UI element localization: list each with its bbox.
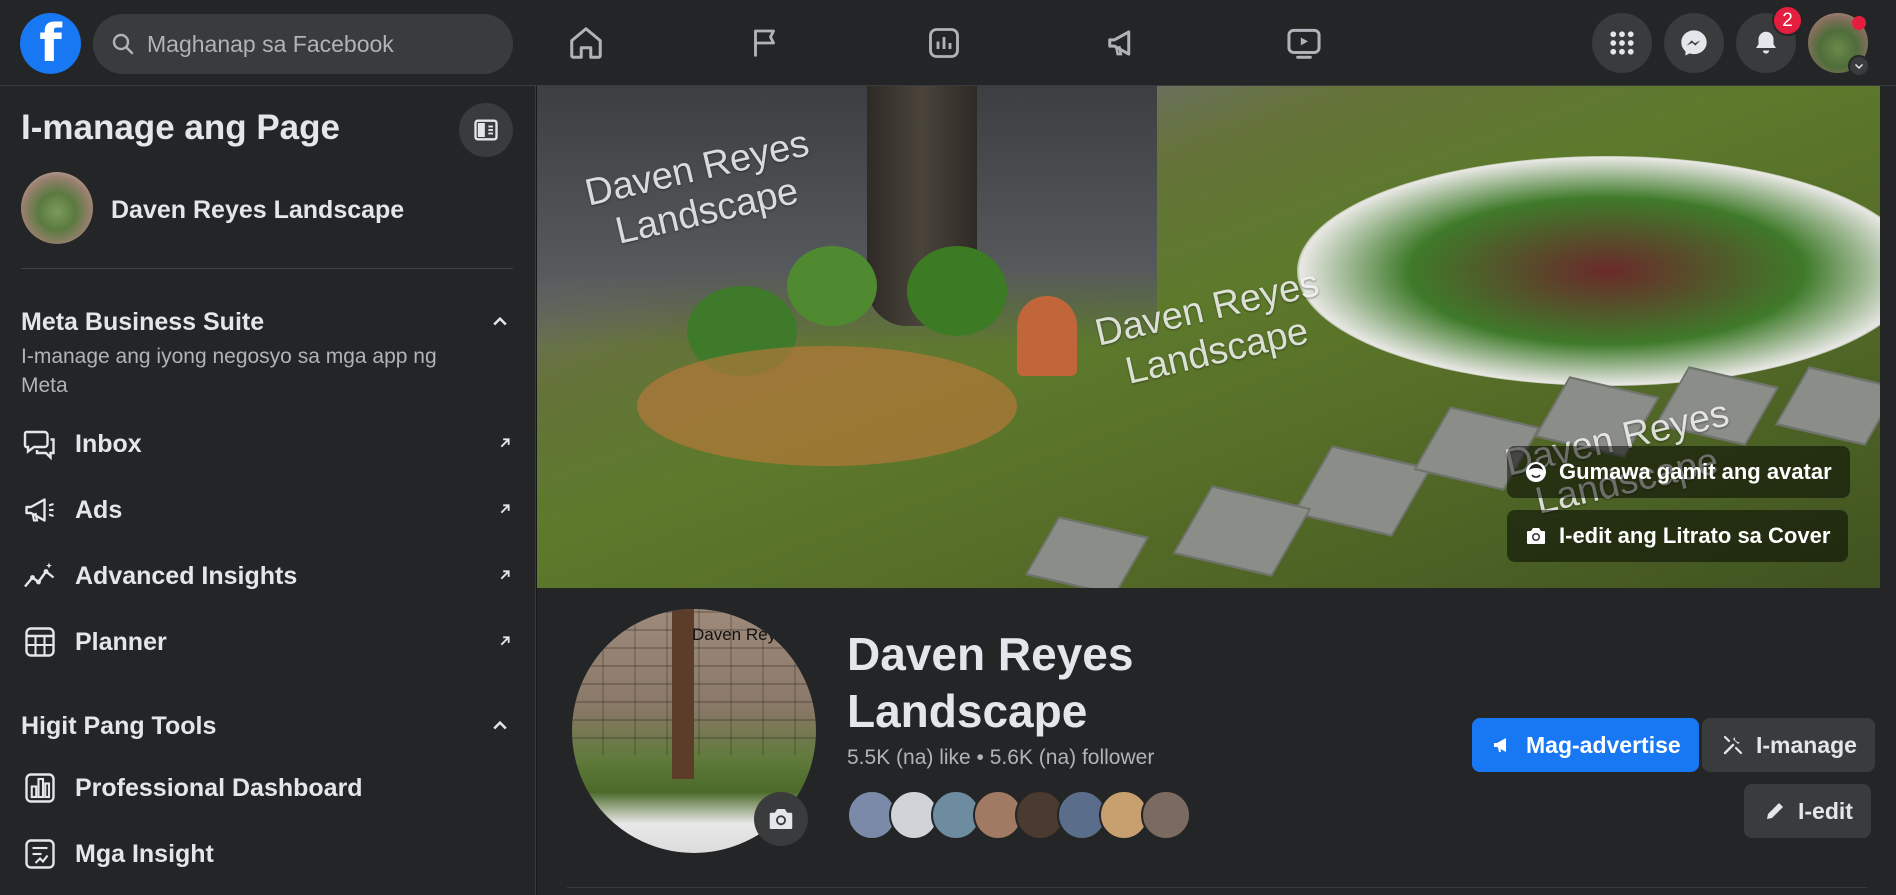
edit-label: I-edit [1798,797,1853,824]
nav-pages[interactable] [738,17,794,69]
external-link-icon [500,570,510,580]
nav-video[interactable] [1276,17,1332,69]
calendar-icon [21,623,59,661]
sidebar-item-label: Ads [75,495,123,524]
sidebar-item-label: Professional Dashboard [75,773,363,802]
nav-home[interactable] [558,17,614,69]
sidebar-item-label: Inbox [75,429,142,458]
dashboard-icon [21,769,59,807]
menu-grid-icon [1610,31,1634,55]
trend-icon [21,557,59,595]
sidebar-item-professional-dashboard[interactable]: Professional Dashboard [21,762,516,814]
external-link-icon [500,438,510,448]
megaphone-icon [1490,732,1516,758]
sidebar-item-advanced-insights[interactable]: Advanced Insights [21,550,516,602]
edit-cover-label: I-edit ang Litrato sa Cover [1559,523,1831,548]
video-icon [1287,28,1321,59]
advertise-label: Mag-advertise [1526,731,1681,758]
cover-stepping-stone [1292,445,1432,537]
follower-avatar[interactable] [1141,790,1191,840]
sidebar-item-label: Mga Insight [75,839,214,868]
chevron-up-icon [493,316,507,326]
sidebar-item-label: Advanced Insights [75,561,298,590]
sidebar-item-label: Planner [75,627,167,656]
account-menu-chevron[interactable] [1848,55,1870,77]
camera-icon [769,809,793,829]
manage-button[interactable]: I-manage [1702,718,1875,772]
follower-avatars[interactable] [847,790,1191,840]
sidebar-title: I-manage ang Page [21,108,340,147]
sidebar-item-ads[interactable]: Ads [21,484,516,536]
cover-stepping-stone [1774,366,1896,446]
sidebar-item-planner[interactable]: Planner [21,616,516,668]
camera-icon [1523,523,1549,549]
cover-lantern [1017,296,1077,376]
nav-insights[interactable] [916,17,972,69]
megaphone-icon [21,491,59,529]
search-icon [112,33,134,55]
chevron-down-icon [1854,63,1864,70]
sidebar-toggle-icon [474,119,498,141]
advertise-button[interactable]: Mag-advertise [1472,718,1699,772]
avatar-face-icon [1523,459,1549,485]
home-icon [570,27,602,59]
megaphone-icon [1108,30,1131,56]
messenger-icon [1681,30,1707,56]
insight-icon [21,835,59,873]
pencil-icon [1762,798,1788,824]
cover-shrub [787,246,877,326]
cover-stepping-stone [1024,516,1150,588]
edit-cover-photo-button[interactable]: I-edit ang Litrato sa Cover [1507,510,1849,562]
external-link-icon [500,504,510,514]
tools-section-collapse[interactable] [488,714,512,738]
page-avatar[interactable] [21,172,93,244]
tools-icon [1720,732,1746,758]
insights-icon [929,28,959,58]
page-scrollbar[interactable] [1880,86,1896,895]
external-link-icon [500,636,510,646]
manage-page-sidebar: I-manage ang Page Daven Reyes Landscape … [0,86,536,895]
nav-ads[interactable] [1096,17,1152,69]
chevron-up-icon [493,720,507,730]
create-avatar-label: Gumawa gamit ang avatar [1559,459,1832,484]
top-navigation-bar: f Maghanap sa Facebook 2 [0,0,1896,86]
search-placeholder: Maghanap sa Facebook [147,30,394,57]
sidebar-item-mga-insight[interactable]: Mga Insight [21,828,516,880]
inbox-icon [21,425,59,463]
page-title-line2: Landscape [847,685,1088,737]
collapse-sidebar-button[interactable] [459,103,513,157]
cover-stepping-stone [1172,485,1312,577]
messenger-button[interactable] [1664,13,1724,73]
bell-icon [1756,31,1776,54]
cover-photo[interactable]: Daven Reyes Landscape Daven Reyes Landsc… [537,86,1896,588]
sidebar-item-inbox[interactable]: Inbox [21,418,516,470]
meta-business-suite-heading[interactable]: Meta Business Suite [21,308,264,337]
divider [21,268,513,269]
page-title-line1: Daven Reyes [847,628,1134,680]
cover-garden-bed [1297,156,1896,386]
create-avatar-button[interactable]: Gumawa gamit ang avatar [1507,446,1850,498]
notification-count-badge: 2 [1772,5,1803,36]
divider [567,887,1867,888]
profile-pic-trunk [672,609,694,779]
manage-label: I-manage [1756,731,1857,758]
cover-mulch-bed [637,346,1017,466]
meta-business-suite-description: I-manage ang iyong negosyo sa mga app ng… [21,345,437,397]
update-profile-picture-button[interactable] [754,792,808,846]
search-input[interactable]: Maghanap sa Facebook [93,14,513,74]
facebook-logo-icon[interactable]: f [20,13,81,74]
menu-button[interactable] [1592,13,1652,73]
profile-pic-watermark: Daven Reye [692,625,786,644]
sidebar-page-name[interactable]: Daven Reyes Landscape [111,196,404,225]
likes-followers-count[interactable]: 5.5K (na) like • 5.6K (na) follower [847,746,1154,770]
cover-shrub [907,246,1007,336]
page-title: Daven Reyes Landscape [847,626,1207,740]
more-tools-heading[interactable]: Higit Pang Tools [21,712,216,741]
flag-icon [754,29,775,57]
meta-section-collapse[interactable] [488,310,512,334]
account-alert-dot [1852,16,1866,30]
edit-page-button[interactable]: I-edit [1744,784,1871,838]
